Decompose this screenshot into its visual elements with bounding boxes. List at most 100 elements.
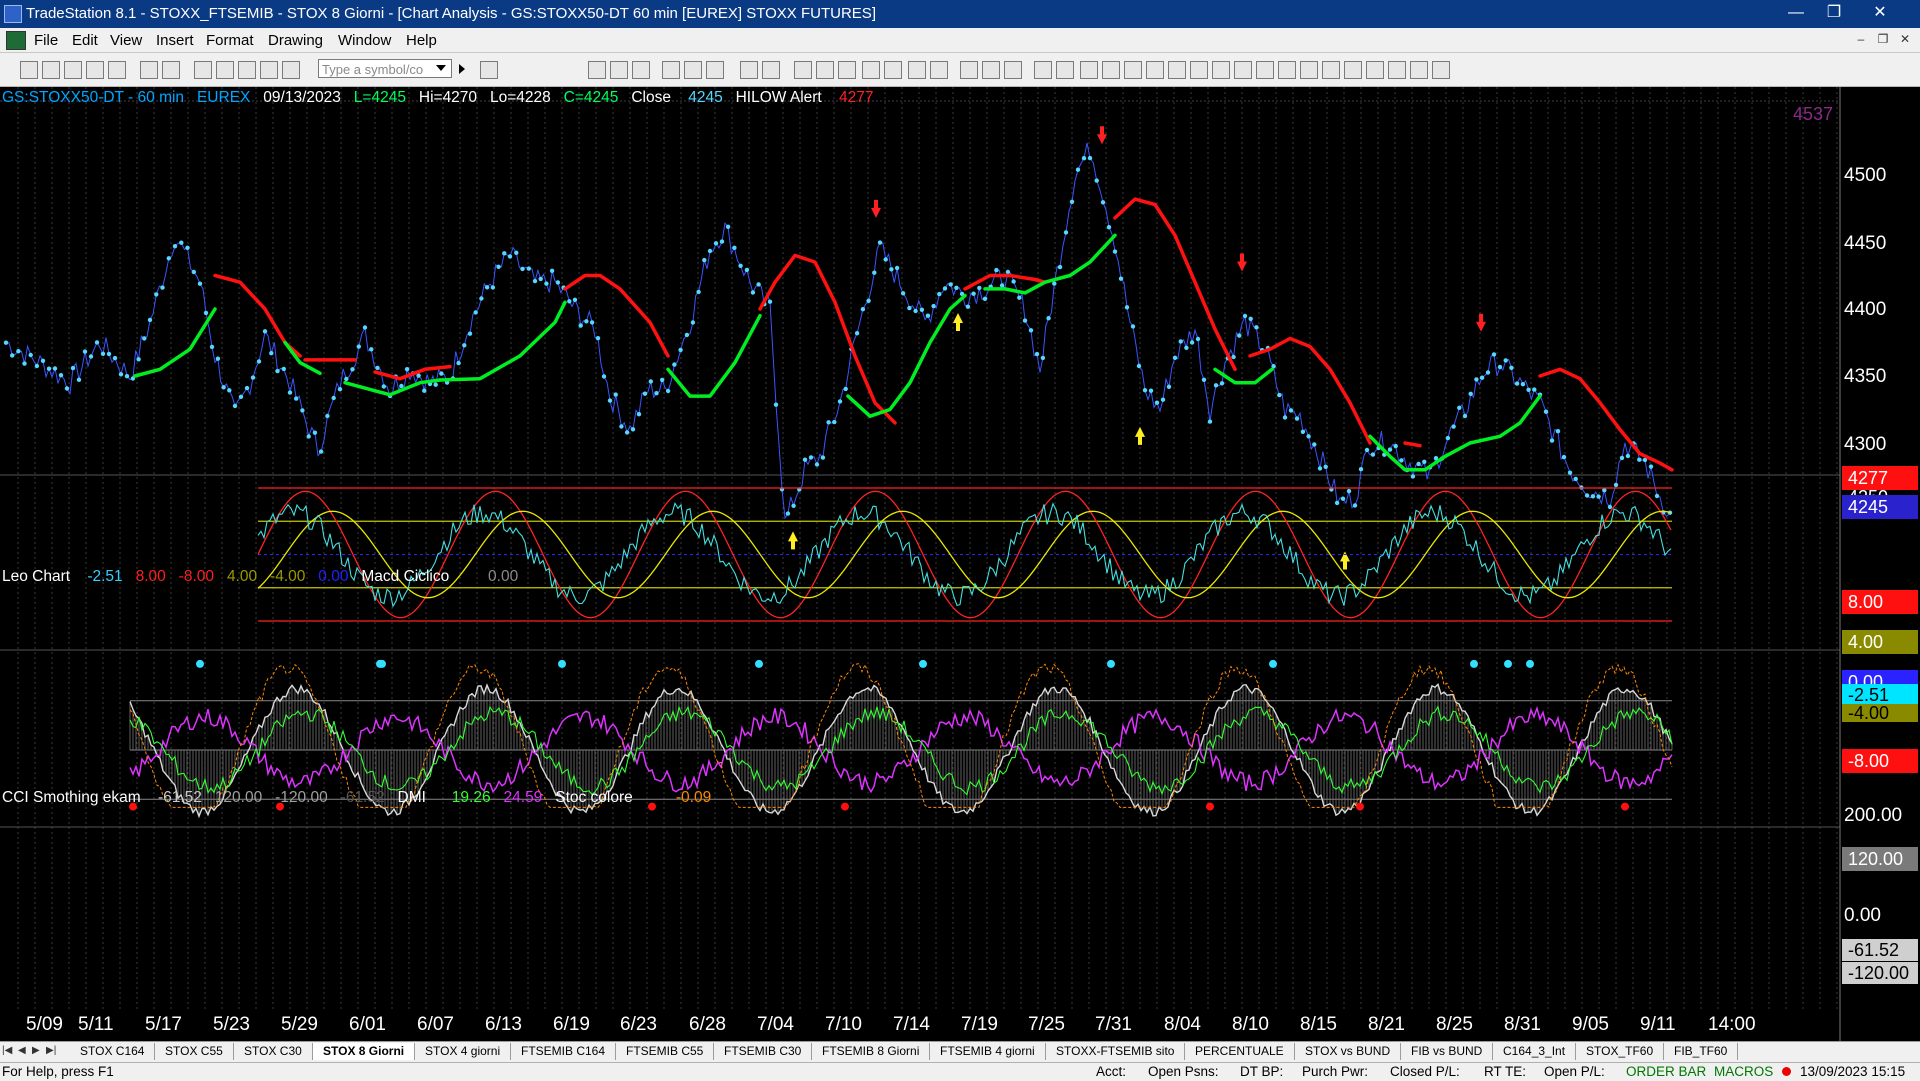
price-point — [1254, 325, 1259, 330]
scroll-left-icon[interactable] — [862, 61, 880, 79]
tab-stox-tf60[interactable]: STOX_TF60 — [1576, 1043, 1665, 1060]
chart-list-icon[interactable] — [610, 61, 628, 79]
tab-first-icon[interactable]: |◀ — [2, 1045, 12, 1056]
format-icon[interactable] — [1034, 61, 1052, 79]
speed-icon[interactable] — [1256, 61, 1274, 79]
window-cascade-icon[interactable] — [216, 61, 234, 79]
freehand-icon[interactable] — [1322, 61, 1340, 79]
new-page-icon[interactable] — [86, 61, 104, 79]
tab-stox-c164[interactable]: STOX C164 — [70, 1043, 156, 1060]
minimize-icon[interactable]: — — [1778, 2, 1814, 25]
print-preview-icon[interactable] — [162, 61, 180, 79]
globe-icon[interactable] — [282, 61, 300, 79]
text-icon[interactable] — [1432, 61, 1450, 79]
lock-icon[interactable] — [238, 61, 256, 79]
tab-ftsemib-c55[interactable]: FTSEMIB C55 — [616, 1043, 715, 1060]
tab-stox-c55[interactable]: STOX C55 — [155, 1043, 234, 1060]
symbol-lookup-icon[interactable] — [480, 61, 498, 79]
andrews-icon[interactable] — [1212, 61, 1230, 79]
time-axis-label: 8/10 — [1232, 1014, 1269, 1035]
chevron-down-icon[interactable] — [436, 65, 446, 71]
tab-stox-c30[interactable]: STOX C30 — [234, 1043, 313, 1060]
zoom-in-icon[interactable] — [908, 61, 926, 79]
print-icon[interactable] — [140, 61, 158, 79]
chart-svg[interactable] — [0, 87, 1920, 1047]
cci-bottom-dot — [841, 802, 849, 811]
new-icon[interactable] — [20, 61, 38, 79]
window-tile-icon[interactable] — [194, 61, 212, 79]
order-bar-button[interactable]: ORDER BAR — [1626, 1064, 1706, 1079]
tools-icon[interactable] — [260, 61, 278, 79]
tab-next-icon[interactable]: ▶ — [32, 1045, 40, 1056]
menu-help[interactable]: Help — [406, 32, 437, 49]
menu-edit[interactable]: Edit — [72, 32, 98, 49]
menu-insert[interactable]: Insert — [156, 32, 194, 49]
chart-wave-icon[interactable] — [662, 61, 680, 79]
tab-stox-vs-bund[interactable]: STOX vs BUND — [1295, 1043, 1402, 1060]
hline-icon[interactable] — [1102, 61, 1120, 79]
chart-style-icon[interactable] — [588, 61, 606, 79]
menu-format[interactable]: Format — [206, 32, 254, 49]
arrow-up-icon[interactable] — [1366, 61, 1384, 79]
menu-drawing[interactable]: Drawing — [268, 32, 323, 49]
pencil-chart-icon[interactable] — [982, 61, 1000, 79]
folder-icon[interactable] — [108, 61, 126, 79]
tab-stox-4-giorni[interactable]: STOX 4 giorni — [415, 1043, 512, 1060]
ohlc-icon[interactable] — [838, 61, 856, 79]
arrow-down-icon[interactable] — [1344, 61, 1362, 79]
tab-stox-8-giorni[interactable]: STOX 8 Giorni — [313, 1043, 416, 1060]
fib-icon[interactable] — [1168, 61, 1186, 79]
go-arrow-icon[interactable] — [459, 64, 465, 74]
tab-prev-icon[interactable]: ◀ — [18, 1045, 26, 1056]
ellipse-icon[interactable] — [1388, 61, 1406, 79]
menu-window[interactable]: Window — [338, 32, 391, 49]
order-bar-icon[interactable] — [740, 61, 758, 79]
rectangle-icon[interactable] — [1410, 61, 1428, 79]
fan-icon[interactable] — [1234, 61, 1252, 79]
app-icon[interactable] — [4, 5, 22, 23]
tab-fib-vs-bund[interactable]: FIB vs BUND — [1401, 1043, 1494, 1060]
regression-icon[interactable] — [1278, 61, 1296, 79]
scroll-right-icon[interactable] — [884, 61, 902, 79]
doc-minimize-icon[interactable]: – — [1852, 32, 1870, 48]
trendline-icon[interactable] — [1080, 61, 1098, 79]
chart-area[interactable]: GS:STOXX50-DT - 60 min EUREX 09/13/2023 … — [0, 87, 1920, 1047]
tab-c164-3-int[interactable]: C164_3_Int — [1493, 1043, 1577, 1060]
tab-ftsemib-8-giorni[interactable]: FTSEMIB 8 Giorni — [812, 1043, 931, 1060]
zoom-out-icon[interactable] — [930, 61, 948, 79]
open-icon[interactable] — [42, 61, 60, 79]
tab-fib-tf60[interactable]: FIB_TF60 — [1664, 1043, 1739, 1060]
symbol-input[interactable]: Type a symbol/co — [318, 59, 452, 78]
menu-view[interactable]: View — [110, 32, 142, 49]
vline-icon[interactable] — [1124, 61, 1142, 79]
tab-percentuale[interactable]: PERCENTUALE — [1185, 1043, 1295, 1060]
restore-icon[interactable]: ❐ — [1816, 2, 1852, 25]
matrix-icon[interactable] — [762, 61, 780, 79]
channel-icon[interactable] — [1146, 61, 1164, 79]
macros-button[interactable]: MACROS — [1714, 1064, 1773, 1079]
tab-ftsemib-4-giorni[interactable]: FTSEMIB 4 giorni — [930, 1043, 1046, 1060]
pointer-icon[interactable] — [960, 61, 978, 79]
chart-grid-icon[interactable] — [632, 61, 650, 79]
price-point — [872, 270, 877, 275]
gann-icon[interactable] — [1190, 61, 1208, 79]
arc-icon[interactable] — [1300, 61, 1318, 79]
close-icon[interactable]: ✕ — [1862, 2, 1898, 25]
doc-restore-icon[interactable]: ❐ — [1874, 32, 1892, 48]
chart-window-icon[interactable] — [6, 31, 26, 50]
tab-ftsemib-c30[interactable]: FTSEMIB C30 — [714, 1043, 813, 1060]
bar-chart-icon[interactable] — [816, 61, 834, 79]
tab-stoxx-ftsemib-sito[interactable]: STOXX-FTSEMIB sito — [1046, 1043, 1186, 1060]
cci-top-dot — [1504, 659, 1512, 668]
data-window-icon[interactable] — [1056, 61, 1074, 79]
options-icon[interactable] — [794, 61, 812, 79]
tab-last-icon[interactable]: ▶| — [46, 1045, 56, 1056]
scanner-icon[interactable] — [706, 61, 724, 79]
open-multi-icon[interactable] — [64, 61, 82, 79]
osc-value-2: 8.00 — [135, 568, 166, 585]
doc-close-icon[interactable]: ✕ — [1896, 32, 1914, 48]
tab-ftsemib-c164[interactable]: FTSEMIB C164 — [511, 1043, 617, 1060]
radar-icon[interactable] — [684, 61, 702, 79]
insert-indicator-icon[interactable] — [1004, 61, 1022, 79]
menu-file[interactable]: File — [34, 32, 58, 49]
